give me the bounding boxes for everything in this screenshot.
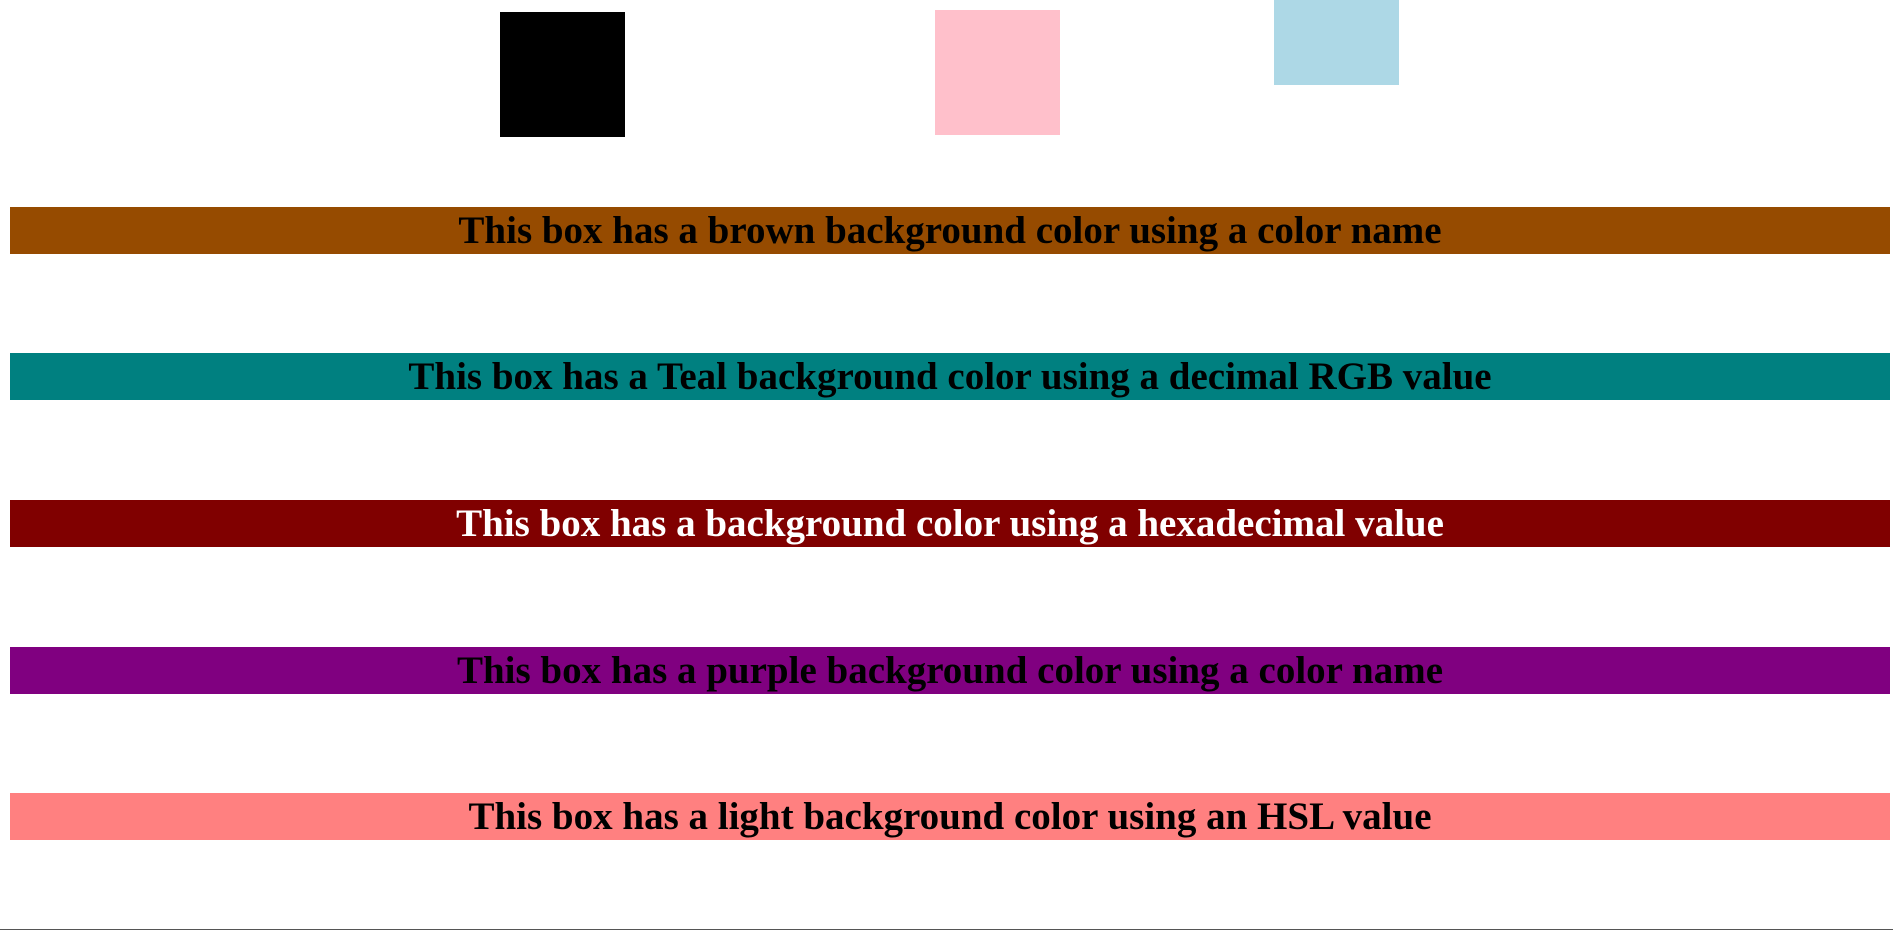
hexadecimal-background-banner: This box has a background color using a … (10, 500, 1890, 547)
teal-background-banner: This box has a Teal background color usi… (10, 353, 1890, 400)
purple-background-banner: This box has a purple background color u… (10, 647, 1890, 694)
brown-background-banner: This box has a brown background color us… (10, 207, 1890, 254)
hsl-background-banner: This box has a light background color us… (10, 793, 1890, 840)
bottom-divider (0, 929, 1893, 930)
black-color-swatch (500, 12, 625, 137)
page: This box has a brown background color us… (0, 0, 1893, 931)
pink-color-swatch (935, 10, 1060, 135)
lightblue-color-swatch (1274, 0, 1399, 85)
